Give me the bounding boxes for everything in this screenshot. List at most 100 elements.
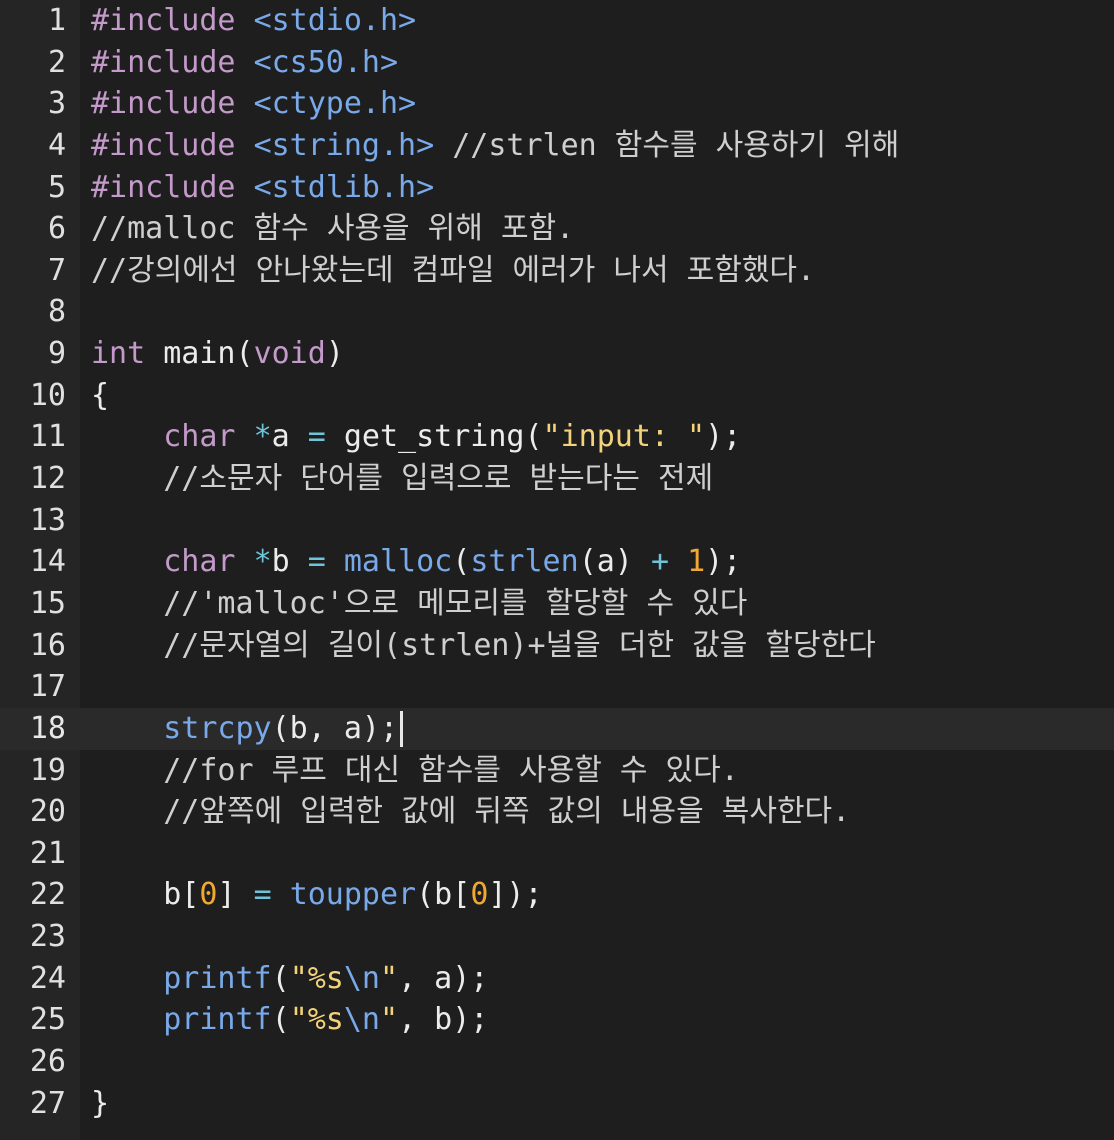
code-token-comment: //강의에선 안나왔는데 컴파일 에러가 나서 포함했다. <box>91 252 816 288</box>
code-text[interactable]: //강의에선 안나왔는데 컴파일 에러가 나서 포함했다. <box>91 250 815 292</box>
line-number: 6 <box>47 211 66 247</box>
code-text[interactable]: //문자열의 길이(strlen)+널을 더한 값을 할당한다 <box>91 625 876 667</box>
code-text[interactable]: //for 루프 대신 함수를 사용할 수 있다. <box>91 750 739 792</box>
code-token-plain: get_string( <box>325 419 543 455</box>
code-text[interactable]: //소문자 단어를 입력으로 받는다는 전제 <box>91 458 713 500</box>
code-text[interactable]: b[0] = toupper(b[0]); <box>91 874 542 916</box>
code-text[interactable]: #include <stdio.h> <box>91 0 416 42</box>
code-token-function: printf <box>163 1002 272 1038</box>
code-line[interactable]: 3 #include <ctype.h> <box>0 83 1114 125</box>
code-text[interactable]: #include <ctype.h> <box>91 83 416 125</box>
code-text[interactable]: #include <string.h> //strlen 함수를 사용하기 위해 <box>91 125 899 167</box>
code-line[interactable]: 2 #include <cs50.h> <box>0 42 1114 84</box>
code-token-string: "%s <box>289 1002 344 1038</box>
code-line[interactable]: 11 char *a = get_string("input: "); <box>0 416 1114 458</box>
code-line[interactable]: 14 char *b = malloc(strlen(a) + 1); <box>0 541 1114 583</box>
code-text[interactable]: #include <stdlib.h> <box>91 167 434 209</box>
code-text[interactable]: //앞쪽에 입력한 값에 뒤쪽 값의 내용을 복사한다. <box>91 791 850 833</box>
code-line[interactable]: 23 <box>0 916 1114 958</box>
code-token-keyword: #include <box>91 127 254 163</box>
text-cursor <box>400 711 404 748</box>
code-editor[interactable]: 1 #include <stdio.h> 2 #include <cs50.h> 3 #i… <box>0 0 1114 1140</box>
code-token-number: 0 <box>470 877 489 913</box>
code-text[interactable]: char *a = get_string("input: "); <box>91 416 741 458</box>
code-token-plain: { <box>91 377 110 413</box>
code-token-comment: //앞쪽에 입력한 값에 뒤쪽 값의 내용을 복사한다. <box>91 794 851 830</box>
code-line[interactable]: 27} <box>0 1083 1114 1125</box>
line-number: 3 <box>47 86 66 122</box>
code-line[interactable]: 9 int main(void) <box>0 333 1114 375</box>
code-text[interactable]: { <box>91 375 109 417</box>
code-line[interactable]: 7 //강의에선 안나왔는데 컴파일 에러가 나서 포함했다. <box>0 250 1114 292</box>
code-line[interactable]: 10 { <box>0 375 1114 417</box>
code-token-comment: //malloc 함수 사용을 위해 포함. <box>91 211 575 247</box>
line-number: 20 <box>29 794 66 830</box>
code-line-active[interactable]: 18 strcpy(b, a); <box>0 707 1114 750</box>
code-line[interactable]: 8 <box>0 291 1114 333</box>
code-text[interactable]: char *b = malloc(strlen(a) + 1); <box>91 541 741 583</box>
code-token-operator: = <box>253 877 272 913</box>
code-token-number: 1 <box>687 544 706 580</box>
line-number: 10 <box>29 377 66 413</box>
line-number: 23 <box>29 919 66 955</box>
code-line[interactable]: 12 //소문자 단어를 입력으로 받는다는 전제 <box>0 458 1114 500</box>
line-number: 14 <box>29 544 66 580</box>
code-text[interactable]: strcpy(b, a); <box>91 708 404 750</box>
code-text[interactable]: } <box>91 1083 109 1125</box>
line-number: 2 <box>47 44 66 80</box>
code-text[interactable]: //'malloc'으로 메모리를 할당할 수 있다 <box>91 583 747 625</box>
code-token-plain: main( <box>145 336 254 372</box>
code-token-function: malloc <box>343 544 453 580</box>
code-token-function: toupper <box>289 877 417 913</box>
code-line[interactable]: 13 <box>0 500 1114 542</box>
code-token-plain: ); <box>705 419 742 455</box>
code-token-string: " <box>380 960 399 996</box>
code-text[interactable]: printf("%s\n", a); <box>91 958 488 1000</box>
code-token-function: strlen <box>470 544 579 580</box>
code-token-plain: (b[ <box>416 877 471 913</box>
code-line[interactable]: 19 //for 루프 대신 함수를 사용할 수 있다. <box>0 750 1114 792</box>
line-number: 8 <box>47 294 66 330</box>
code-token-comment: //for 루프 대신 함수를 사용할 수 있다. <box>91 752 739 788</box>
code-line[interactable]: 1 #include <stdio.h> <box>0 0 1114 42</box>
code-token-comment: //문자열의 길이(strlen)+널을 더한 값을 할당한다 <box>91 627 876 663</box>
code-token-type: void <box>253 336 326 372</box>
code-line[interactable]: 21 <box>0 833 1114 875</box>
code-token-plain: (b, a); <box>271 710 399 746</box>
code-line[interactable]: 22 b[0] = toupper(b[0]); <box>0 874 1114 916</box>
line-number: 11 <box>29 419 66 455</box>
code-lines[interactable]: 1 #include <stdio.h> 2 #include <cs50.h> 3 #i… <box>0 0 1114 1124</box>
code-line[interactable]: 26 <box>0 1041 1114 1083</box>
line-number: 19 <box>29 752 66 788</box>
code-line[interactable]: 16 //문자열의 길이(strlen)+널을 더한 값을 할당한다 <box>0 625 1114 667</box>
code-token-keyword: #include <box>91 169 254 205</box>
code-token-string: "%s <box>289 960 344 996</box>
code-line[interactable]: 25 printf("%s\n", b); <box>0 999 1114 1041</box>
code-token-function: strcpy <box>163 710 272 746</box>
code-line[interactable]: 5 #include <stdlib.h> <box>0 167 1114 209</box>
code-text[interactable]: printf("%s\n", b); <box>91 999 488 1041</box>
code-text[interactable]: #include <cs50.h> <box>91 42 398 84</box>
line-number: 27 <box>29 1085 66 1121</box>
code-token-escape: \n <box>343 1002 380 1038</box>
code-line[interactable]: 4 #include <string.h> //strlen 함수를 사용하기 위… <box>0 125 1114 167</box>
code-text[interactable]: int main(void) <box>91 333 344 375</box>
line-number: 12 <box>29 461 66 497</box>
code-line[interactable]: 20 //앞쪽에 입력한 값에 뒤쪽 값의 내용을 복사한다. <box>0 791 1114 833</box>
code-token-operator: * <box>253 544 272 580</box>
code-text[interactable]: //malloc 함수 사용을 위해 포함. <box>91 208 574 250</box>
code-line[interactable]: 15 //'malloc'으로 메모리를 할당할 수 있다 <box>0 583 1114 625</box>
code-line[interactable]: 6 //malloc 함수 사용을 위해 포함. <box>0 208 1114 250</box>
code-token-keyword: #include <box>91 44 254 80</box>
code-line[interactable]: 24 printf("%s\n", a); <box>0 958 1114 1000</box>
code-token-header: <cs50.h> <box>253 44 399 80</box>
code-token-plain: ); <box>705 544 742 580</box>
code-token-comment: //소문자 단어를 입력으로 받는다는 전제 <box>91 461 714 497</box>
code-line[interactable]: 17 <box>0 666 1114 708</box>
